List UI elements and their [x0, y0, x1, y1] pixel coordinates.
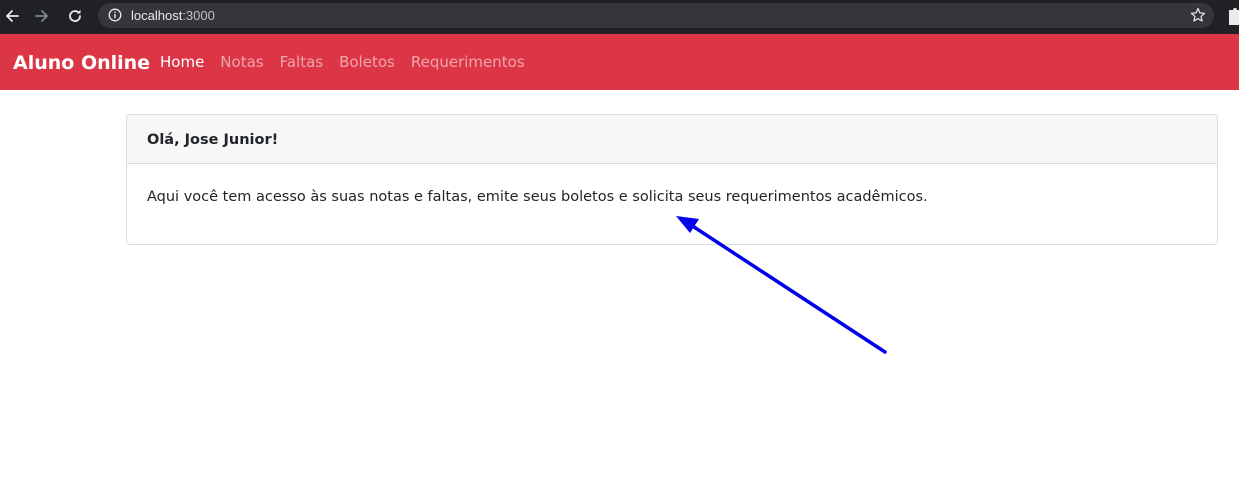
annotation-arrow: [676, 216, 887, 354]
